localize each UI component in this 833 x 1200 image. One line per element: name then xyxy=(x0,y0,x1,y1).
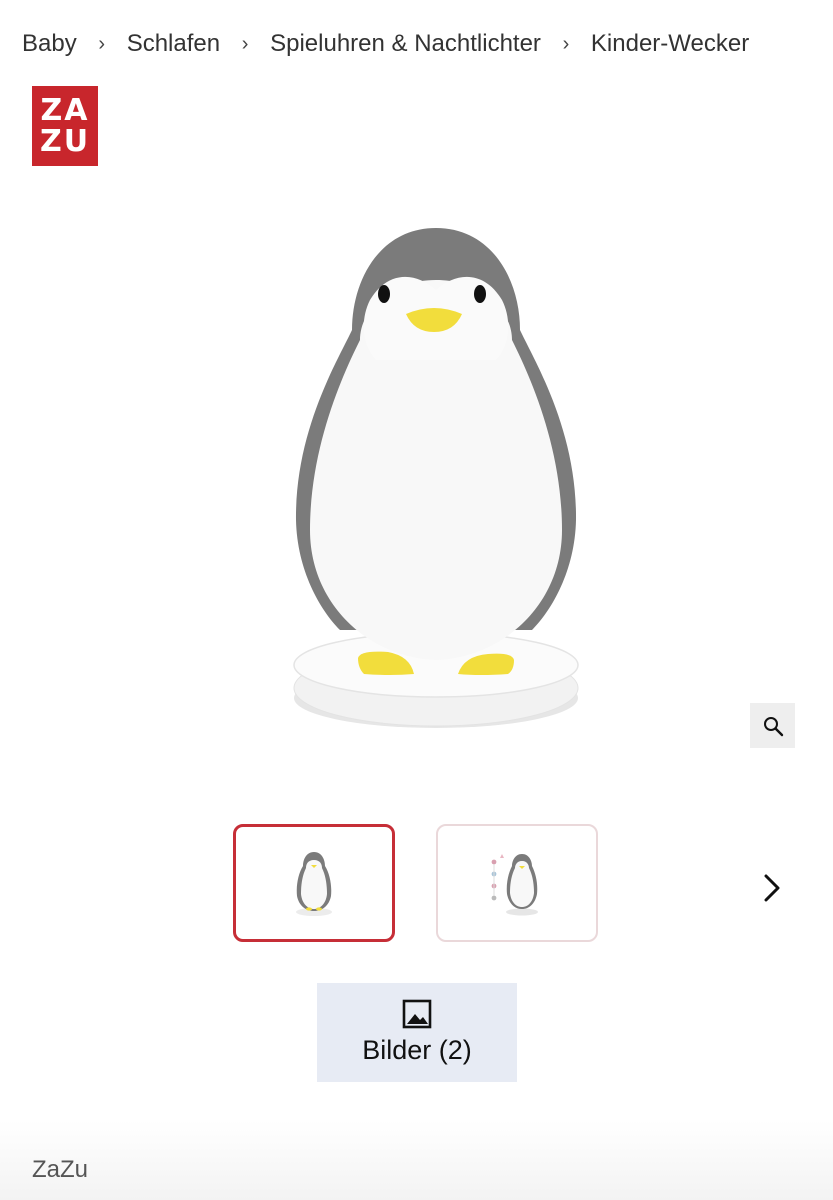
bottom-fade xyxy=(0,1120,833,1200)
image-icon xyxy=(402,999,432,1029)
left-eye xyxy=(378,285,390,303)
breadcrumb-item-schlafen[interactable]: Schlafen xyxy=(127,30,220,58)
magnifier-icon xyxy=(763,716,783,736)
logo-line-1: ZA xyxy=(40,93,90,128)
right-eye xyxy=(474,285,486,303)
brand-name[interactable]: ZaZu xyxy=(32,1156,88,1184)
thumbnail-2[interactable] xyxy=(436,824,598,942)
thumbnail-penguin-image xyxy=(296,852,332,916)
breadcrumb-separator: › xyxy=(241,32,249,55)
chevron-right-icon xyxy=(764,874,780,902)
breadcrumb: Baby › Schlafen › Spieluhren & Nachtlich… xyxy=(22,26,823,62)
brand-logo[interactable]: ZA ZU xyxy=(32,86,98,166)
breadcrumb-separator: › xyxy=(562,32,570,55)
logo-line-2: ZU xyxy=(39,124,91,159)
breadcrumb-item-baby[interactable]: Baby xyxy=(22,30,77,58)
breadcrumb-item-kinder-wecker[interactable]: Kinder-Wecker xyxy=(591,30,749,58)
breadcrumb-item-spieluhren[interactable]: Spieluhren & Nachtlichter xyxy=(270,30,541,58)
gallery-label: Bilder (2) xyxy=(362,1035,472,1065)
image-gallery-button[interactable]: Bilder (2) xyxy=(317,983,517,1082)
carousel-next-button[interactable] xyxy=(752,866,792,910)
thumbnail-penguin-features-image xyxy=(491,854,538,916)
zoom-button[interactable] xyxy=(750,703,795,748)
product-main-image[interactable] xyxy=(240,210,600,750)
breadcrumb-separator: › xyxy=(98,32,106,55)
thumbnail-1[interactable] xyxy=(233,824,395,942)
